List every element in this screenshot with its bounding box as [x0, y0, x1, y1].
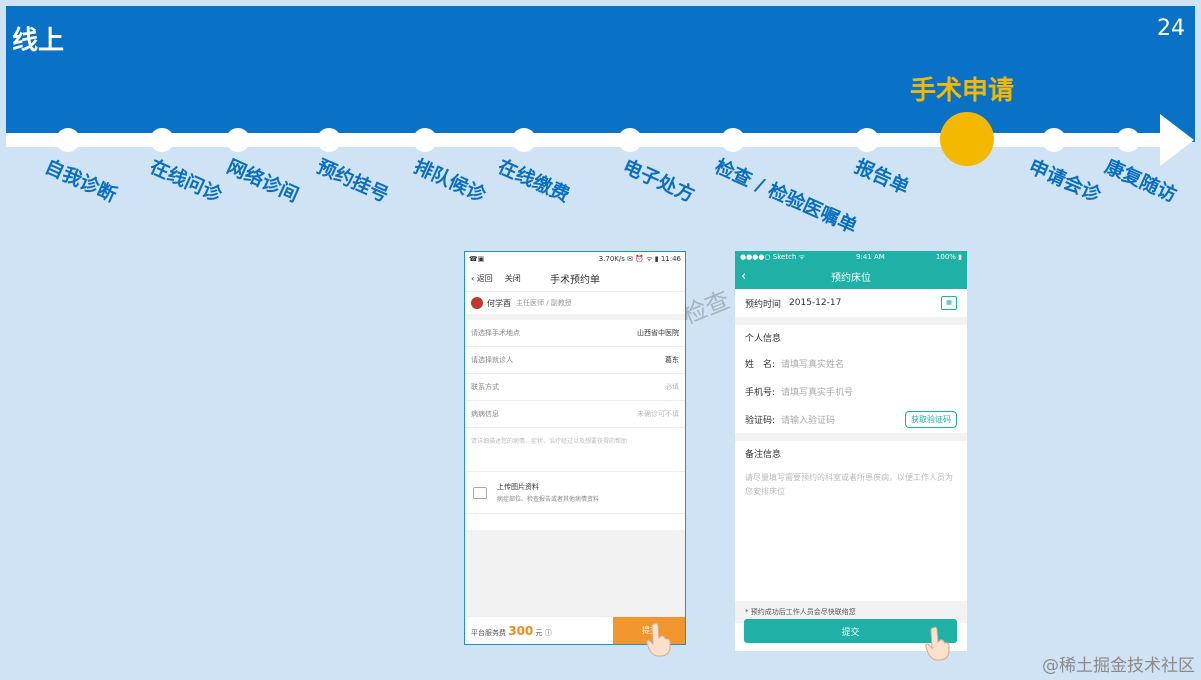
- back-icon[interactable]: ‹: [741, 269, 746, 284]
- timeline-dot: [413, 128, 437, 152]
- phone-field[interactable]: 手机号: 请填写真实手机号: [735, 377, 967, 405]
- timeline-dot: [1116, 128, 1140, 152]
- page-title: 预约床位: [831, 272, 871, 284]
- phone-bed-booking: ●●●●○ Sketch ᯤ 9:41 AM 100% ▮ ‹ 预约床位 预约时…: [735, 251, 967, 651]
- timeline-step: 检查 / 检验医嘱单: [711, 155, 861, 239]
- timeline-step: 在线缴费: [494, 155, 573, 207]
- timeline-dot: [721, 128, 745, 152]
- name-field[interactable]: 姓 名: 请填写真实姓名: [735, 349, 967, 377]
- nav-bar: ‹ 返回 关闭 手术预约单: [465, 266, 685, 292]
- timeline-dot: [512, 128, 536, 152]
- fee-amount: 300: [508, 623, 534, 638]
- page-title: 手术预约单: [550, 275, 600, 286]
- nav-bar: ‹ 预约床位: [735, 263, 967, 289]
- doctor-name: 何学酉: [487, 298, 511, 308]
- status-bar: ☎▣ 3.70K/s ✉ ⏰ ᯤ ▮ 11:46: [469, 254, 681, 264]
- timeline-step: 排队候诊: [410, 155, 489, 207]
- timeline-dot: [150, 128, 174, 152]
- timeline-step: 预约挂号: [313, 155, 392, 207]
- avatar: [471, 297, 483, 309]
- timeline-step: 在线问诊: [146, 155, 225, 207]
- slide-number: 24: [1157, 16, 1185, 41]
- section-label: 备注信息: [745, 449, 782, 460]
- condition-row[interactable]: 病病信息 未确诊可不填: [465, 401, 685, 428]
- status-bar: ●●●●○ Sketch ᯤ 9:41 AM 100% ▮: [735, 251, 967, 263]
- doctor-title: 主任医师 / 副教授: [516, 299, 572, 307]
- footer-watermark: @稀土掘金技术社区: [1042, 656, 1195, 676]
- phone-surgery-form: ☎▣ 3.70K/s ✉ ⏰ ᯤ ▮ 11:46 ‹ 返回 关闭 手术预约单 何…: [464, 251, 686, 645]
- timeline-step: 自我诊断: [41, 155, 120, 207]
- timeline-arrow-icon: [1160, 114, 1194, 166]
- hand-pointer-icon: [646, 622, 671, 657]
- doctor-row[interactable]: 何学酉 主任医师 / 副教授: [465, 292, 685, 320]
- timeline-dot: [317, 128, 341, 152]
- description-input[interactable]: 请详细描述您的病情、症状、治疗经过以及想要获得的帮助: [465, 428, 685, 472]
- blank-area: [465, 530, 685, 618]
- timeline-step: 电子处方: [619, 155, 698, 207]
- hand-pointer-icon: [925, 626, 950, 661]
- timeline-step: 网络诊间: [223, 155, 302, 207]
- patient-row[interactable]: 请选择就诊人 葛东: [465, 347, 685, 374]
- location-row[interactable]: 请选择手术地点 山西省中医院: [465, 320, 685, 347]
- section-label: 个人信息: [745, 333, 782, 344]
- timeline-dot: [1042, 128, 1066, 152]
- upload-row[interactable]: 上传图片资料 病症部位、检查报告或者其他病情资料: [465, 472, 685, 514]
- date-row[interactable]: 预约时间 2015-12-17 ▦: [735, 289, 967, 317]
- timeline-step: 申请会诊: [1025, 155, 1104, 207]
- header-band: [6, 6, 1195, 142]
- note-input[interactable]: 请尽量填写需要预约的科室或者所患疾病，以便工作人员为您安排床位: [735, 465, 967, 601]
- code-field[interactable]: 验证码: 请输入验证码 获取验证码: [735, 405, 967, 433]
- slide-title: 线上: [12, 26, 65, 56]
- timeline-dot-active: [940, 112, 994, 166]
- active-step-label: 手术申请: [910, 76, 1015, 106]
- timeline-step: 报告单: [851, 155, 913, 199]
- image-icon: [473, 486, 487, 499]
- timeline-dot: [855, 128, 879, 152]
- timeline-dot: [618, 128, 642, 152]
- timeline-dot: [226, 128, 250, 152]
- get-code-button[interactable]: 获取验证码: [905, 410, 957, 428]
- calendar-icon[interactable]: ▦: [941, 296, 957, 310]
- slide: 线上 24 手术申请 自我诊断 在线问诊 网络诊间 预约挂号 排队候诊 在线缴费…: [0, 0, 1201, 680]
- timeline-dot: [56, 128, 80, 152]
- contact-row[interactable]: 联系方式 必填: [465, 374, 685, 401]
